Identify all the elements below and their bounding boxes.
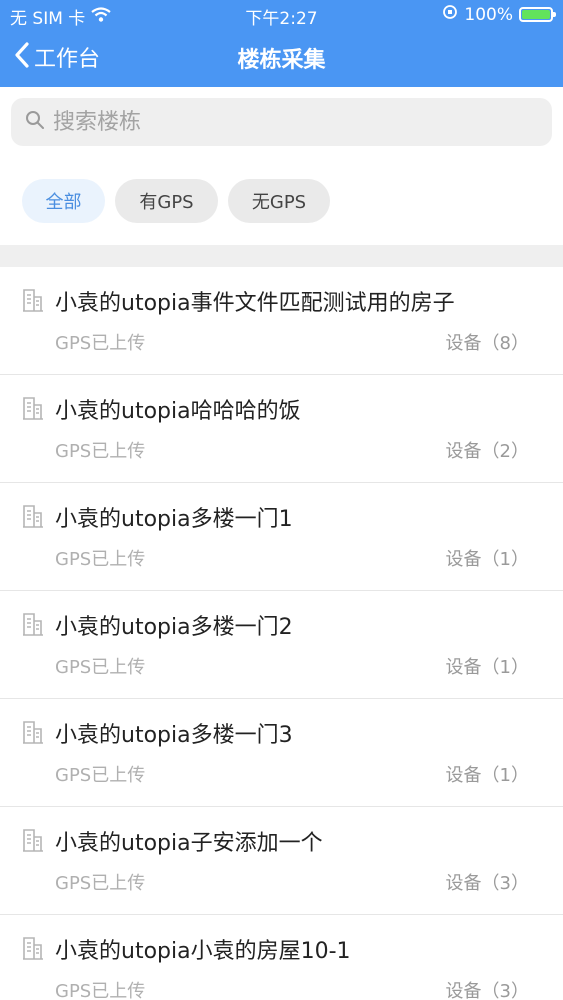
battery-icon <box>519 7 556 22</box>
building-icon <box>22 612 44 636</box>
device-count: 设备（1） <box>445 765 529 786</box>
nav-bar: 工作台 楼栋采集 <box>0 30 563 87</box>
header: 无 SIM 卡 下午2:27 100% 工作台 楼栋采集 <box>0 0 563 87</box>
page-title: 楼栋采集 <box>237 48 326 73</box>
gps-status: GPS已上传 <box>55 981 146 1000</box>
building-name: 小袁的utopia多楼一门1 <box>55 507 293 532</box>
device-count: 设备（8） <box>445 333 529 354</box>
gps-status: GPS已上传 <box>55 333 146 354</box>
list-item[interactable]: 小袁的utopia子安添加一个 GPS已上传 设备（3） <box>0 807 563 915</box>
building-icon <box>22 828 44 852</box>
battery-percent: 100% <box>464 4 513 25</box>
building-icon <box>22 936 44 960</box>
building-icon <box>22 288 44 312</box>
list-item[interactable]: 小袁的utopia多楼一门3 GPS已上传 设备（1） <box>0 699 563 807</box>
list-item[interactable]: 小袁的utopia多楼一门2 GPS已上传 设备（1） <box>0 591 563 699</box>
search-box[interactable] <box>11 98 552 146</box>
filter-no-gps[interactable]: 无GPS <box>228 179 330 223</box>
filter-all[interactable]: 全部 <box>22 179 105 223</box>
building-name: 小袁的utopia多楼一门3 <box>55 723 293 748</box>
list-item[interactable]: 小袁的utopia小袁的房屋10-1 GPS已上传 设备（3） <box>0 915 563 1000</box>
status-bar: 无 SIM 卡 下午2:27 100% <box>0 0 563 30</box>
list-item[interactable]: 小袁的utopia多楼一门1 GPS已上传 设备（1） <box>0 483 563 591</box>
search-input[interactable] <box>53 109 533 135</box>
building-icon <box>22 720 44 744</box>
building-name: 小袁的utopia子安添加一个 <box>55 831 323 856</box>
device-count: 设备（3） <box>445 873 529 894</box>
gps-status: GPS已上传 <box>55 549 146 570</box>
orientation-lock-icon <box>442 4 458 25</box>
building-name: 小袁的utopia哈哈哈的饭 <box>55 399 301 424</box>
status-right: 100% <box>442 4 556 25</box>
gps-status: GPS已上传 <box>55 657 146 678</box>
list-item[interactable]: 小袁的utopia哈哈哈的饭 GPS已上传 设备（2） <box>0 375 563 483</box>
building-icon <box>22 396 44 420</box>
list-item[interactable]: 小袁的utopia事件文件匹配测试用的房子 GPS已上传 设备（8） <box>0 267 563 375</box>
gps-status: GPS已上传 <box>55 765 146 786</box>
filter-bar: 全部 有GPS 无GPS <box>0 157 563 245</box>
building-name: 小袁的utopia小袁的房屋10-1 <box>55 939 351 964</box>
section-divider <box>0 245 563 267</box>
device-count: 设备（1） <box>445 549 529 570</box>
device-count: 设备（1） <box>445 657 529 678</box>
search-icon <box>25 110 45 134</box>
device-count: 设备（2） <box>445 441 529 462</box>
device-count: 设备（3） <box>445 981 529 1000</box>
gps-status: GPS已上传 <box>55 873 146 894</box>
filter-has-gps[interactable]: 有GPS <box>115 179 218 223</box>
building-list: 小袁的utopia事件文件匹配测试用的房子 GPS已上传 设备（8） 小袁的ut… <box>0 267 563 1000</box>
building-icon <box>22 504 44 528</box>
building-name: 小袁的utopia事件文件匹配测试用的房子 <box>55 291 455 316</box>
building-name: 小袁的utopia多楼一门2 <box>55 615 293 640</box>
gps-status: GPS已上传 <box>55 441 146 462</box>
search-section <box>0 87 563 157</box>
